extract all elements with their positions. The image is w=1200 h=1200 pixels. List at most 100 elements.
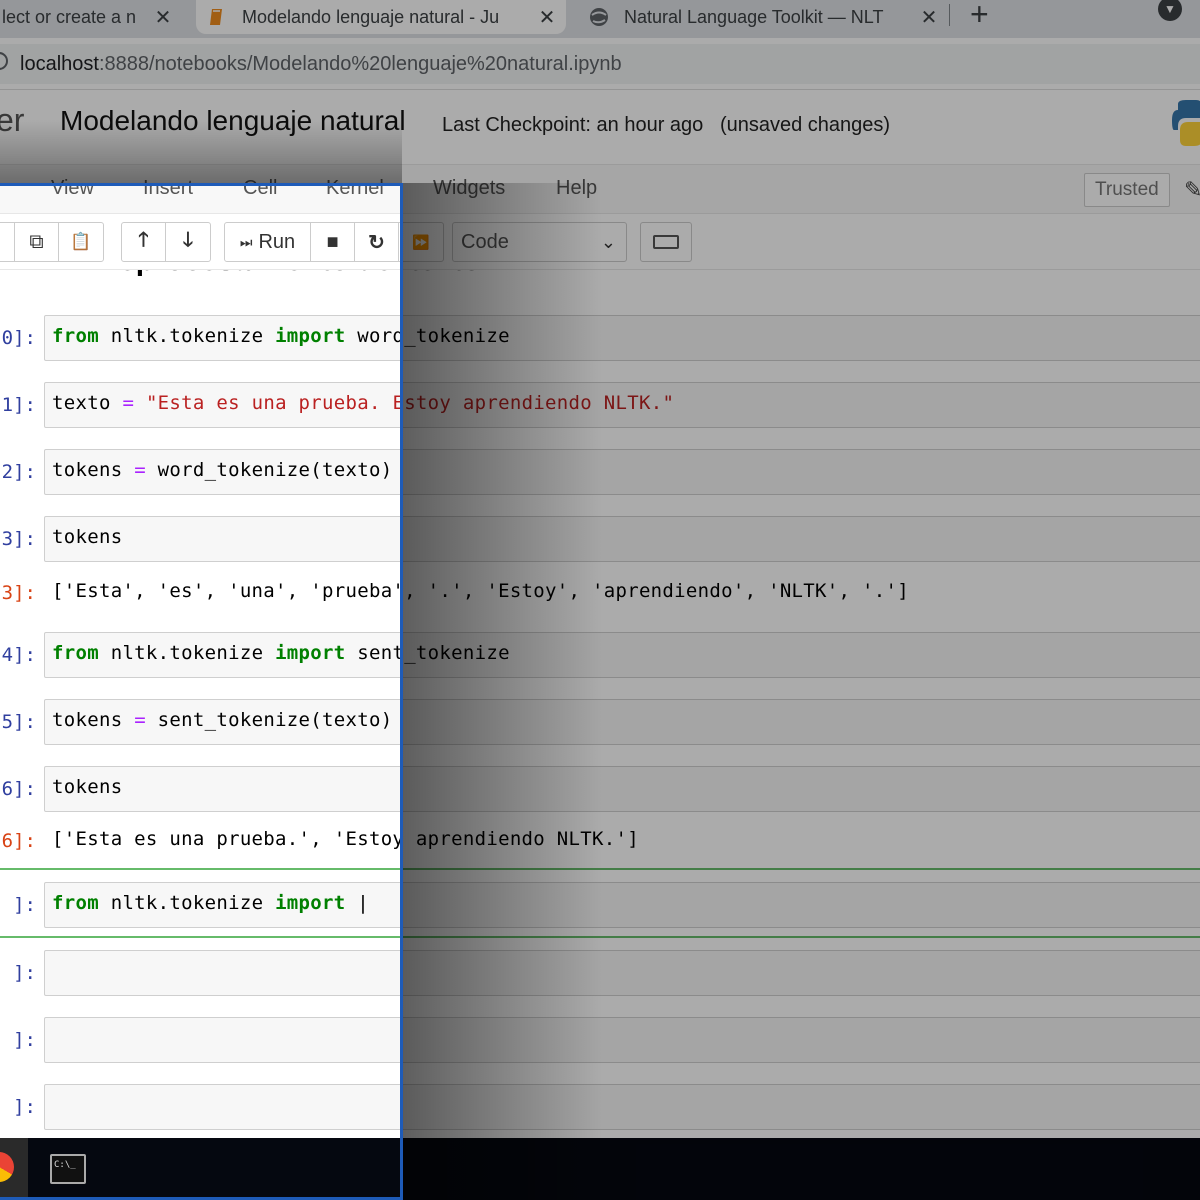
cell-code-text[interactable]: tokens [52, 526, 122, 548]
menu-cell[interactable]: Cell [243, 177, 277, 200]
code-cell[interactable]: ]: [0, 1084, 1200, 1138]
globe-icon [590, 8, 608, 26]
stop-icon: ■ [326, 230, 339, 253]
code-cell[interactable]: 4]: from nltk.tokenize import sent_tokeni… [0, 632, 1200, 702]
address-bar[interactable]: localhost:8888/notebooks/Modelando%20len… [0, 44, 1200, 84]
cell-code-text[interactable]: texto = "Esta es una prueba. Estoy apren… [52, 392, 674, 414]
cell-code-text[interactable]: tokens = sent_tokenize(texto) [52, 709, 392, 731]
close-icon[interactable]: ✕ [920, 5, 938, 30]
tab-separator [949, 4, 950, 26]
paste-icon: 📋 [70, 232, 92, 251]
code-cell[interactable]: 5]: tokens = sent_tokenize(texto) [0, 699, 1200, 769]
edit-pencil-icon[interactable]: ✎ [1184, 177, 1200, 203]
in-prompt: 6]: [1, 778, 36, 800]
edit-button-group: ✂ ⧉ 📋 [0, 222, 104, 262]
code-input-area[interactable] [44, 516, 1200, 562]
code-cell[interactable]: ]: [0, 950, 1200, 1020]
checkpoint-status: Last Checkpoint: an hour ago (unsaved ch… [442, 114, 891, 136]
command-palette-button[interactable] [640, 222, 692, 262]
url-host: localhost [20, 52, 99, 75]
code-cell[interactable]: 2]: tokens = word_tokenize(texto) [0, 449, 1200, 519]
python-logo-icon [1172, 100, 1200, 146]
tab-title: Modelando lenguaje natural - Ju [242, 6, 500, 27]
code-cell[interactable]: 0]: from nltk.tokenize import word_tokeni… [0, 315, 1200, 385]
run-label: Run [258, 230, 296, 253]
chevron-down-icon: ⌄ [600, 232, 616, 252]
out-prompt: 6]: [1, 830, 36, 852]
in-prompt: 0]: [1, 327, 36, 349]
copy-icon: ⧉ [29, 230, 44, 253]
cell-code-text[interactable]: from nltk.tokenize import | [52, 892, 369, 914]
tab-search-icon[interactable]: ▼ [1158, 0, 1182, 21]
paste-button[interactable]: 📋 [59, 223, 103, 261]
in-prompt: ]: [13, 1029, 36, 1051]
windows-taskbar: C:\_ [0, 1138, 1200, 1200]
cell-code-text[interactable]: tokens [52, 776, 122, 798]
code-cell[interactable]: ]: [0, 1017, 1200, 1087]
interrupt-button[interactable]: ■ [311, 223, 355, 261]
close-icon[interactable]: ✕ [538, 5, 556, 30]
close-icon[interactable]: ✕ [154, 5, 172, 30]
cell-code-text[interactable]: from nltk.tokenize import word_tokenize [52, 325, 510, 347]
code-input-area[interactable] [44, 1017, 1200, 1063]
output-cell[interactable]: 3]: ['Esta', 'es', 'una', 'prueba', '.', … [0, 570, 1200, 640]
in-prompt: ]: [13, 1096, 36, 1118]
move-button-group: 🡑 🡓 [121, 222, 211, 262]
run-button-group: ⏭ Run ■ ↻ ⏩ [224, 222, 444, 262]
fast-forward-icon: ⏩ [412, 233, 430, 250]
tab-title: lect or create a n [2, 6, 137, 27]
restart-icon: ↻ [368, 231, 385, 254]
tab-modelando-lenguaje-natural[interactable]: Modelando lenguaje natural - Ju ✕ [196, 0, 566, 34]
code-cell[interactable]: 1]: texto = "Esta es una prueba. Estoy ap… [0, 382, 1200, 452]
in-prompt: 4]: [1, 644, 36, 666]
cell-code-text[interactable]: tokens = word_tokenize(texto) [52, 459, 392, 481]
notebook-body: 2. Preprocesamiento del texto 0]: from nl… [0, 270, 1200, 1138]
cell-type-select[interactable]: Code ⌄ [452, 222, 627, 262]
notebook-name[interactable]: Modelando lenguaje natural [60, 105, 406, 137]
in-prompt: ]: [13, 894, 36, 916]
restart-run-all-button[interactable]: ⏩ [399, 223, 443, 261]
in-prompt: 5]: [1, 711, 36, 733]
menu-insert[interactable]: Insert [143, 177, 193, 200]
restart-button[interactable]: ↻ [355, 223, 399, 261]
in-prompt: ]: [13, 962, 36, 984]
tab-nltk[interactable]: Natural Language Toolkit — NLT ✕ [578, 0, 948, 34]
keyboard-icon [653, 235, 679, 249]
menu-kernel[interactable]: Kernel [326, 177, 384, 200]
url-path: :8888/notebooks/Modelando%20lenguaje%20n… [98, 52, 622, 75]
step-forward-icon: ⏭ [239, 233, 253, 250]
screen: lect or create a n ✕ Modelando lenguaje … [0, 0, 1200, 1200]
cell-code-text[interactable]: from nltk.tokenize import sent_tokenize [52, 642, 510, 664]
trusted-badge[interactable]: Trusted [1084, 173, 1170, 207]
code-input-area[interactable] [44, 1084, 1200, 1130]
copy-button[interactable]: ⧉ [15, 223, 59, 261]
command-prompt-icon[interactable]: C:\_ [50, 1154, 86, 1184]
code-input-area[interactable] [44, 766, 1200, 812]
jupyter-book-icon [210, 9, 222, 25]
scissors-icon: ✂ [0, 230, 1, 255]
cell-type-value: Code [461, 231, 509, 253]
menu-widgets[interactable]: Widgets [433, 177, 505, 200]
jupyter-logo[interactable]: er [0, 102, 24, 139]
cell-output-text: ['Esta es una prueba.', 'Estoy aprendien… [52, 828, 639, 850]
code-input-area[interactable] [44, 950, 1200, 996]
address-bar-row: localhost:8888/notebooks/Modelando%20len… [0, 38, 1200, 90]
move-down-button[interactable]: 🡓 [166, 223, 210, 261]
menu-bar: t View Insert Cell Kernel Widgets Help T… [0, 164, 1200, 214]
in-prompt: 3]: [1, 528, 36, 550]
notebook-toolbar: ✂ ⧉ 📋 🡑 🡓 ⏭ Run ■ ↻ ⏩ Code ⌄ [0, 214, 1200, 270]
tab-title: Natural Language Toolkit — NLT [624, 6, 884, 27]
browser-tab-strip: lect or create a n ✕ Modelando lenguaje … [0, 0, 1200, 38]
menu-help[interactable]: Help [556, 177, 597, 200]
tab-select-notebook[interactable]: lect or create a n ✕ [0, 0, 182, 34]
cut-button[interactable]: ✂ [0, 223, 15, 261]
arrow-down-icon: 🡓 [182, 229, 194, 251]
in-prompt: 2]: [1, 461, 36, 483]
menu-view[interactable]: View [51, 177, 94, 200]
new-tab-button[interactable]: + [970, 0, 989, 32]
section-heading: 2. Preprocesamiento del texto [54, 270, 481, 278]
code-cell[interactable]: ]: from nltk.tokenize import | [0, 868, 1200, 938]
move-up-button[interactable]: 🡑 [122, 223, 166, 261]
run-button[interactable]: ⏭ Run [225, 223, 311, 261]
out-prompt: 3]: [1, 582, 36, 604]
